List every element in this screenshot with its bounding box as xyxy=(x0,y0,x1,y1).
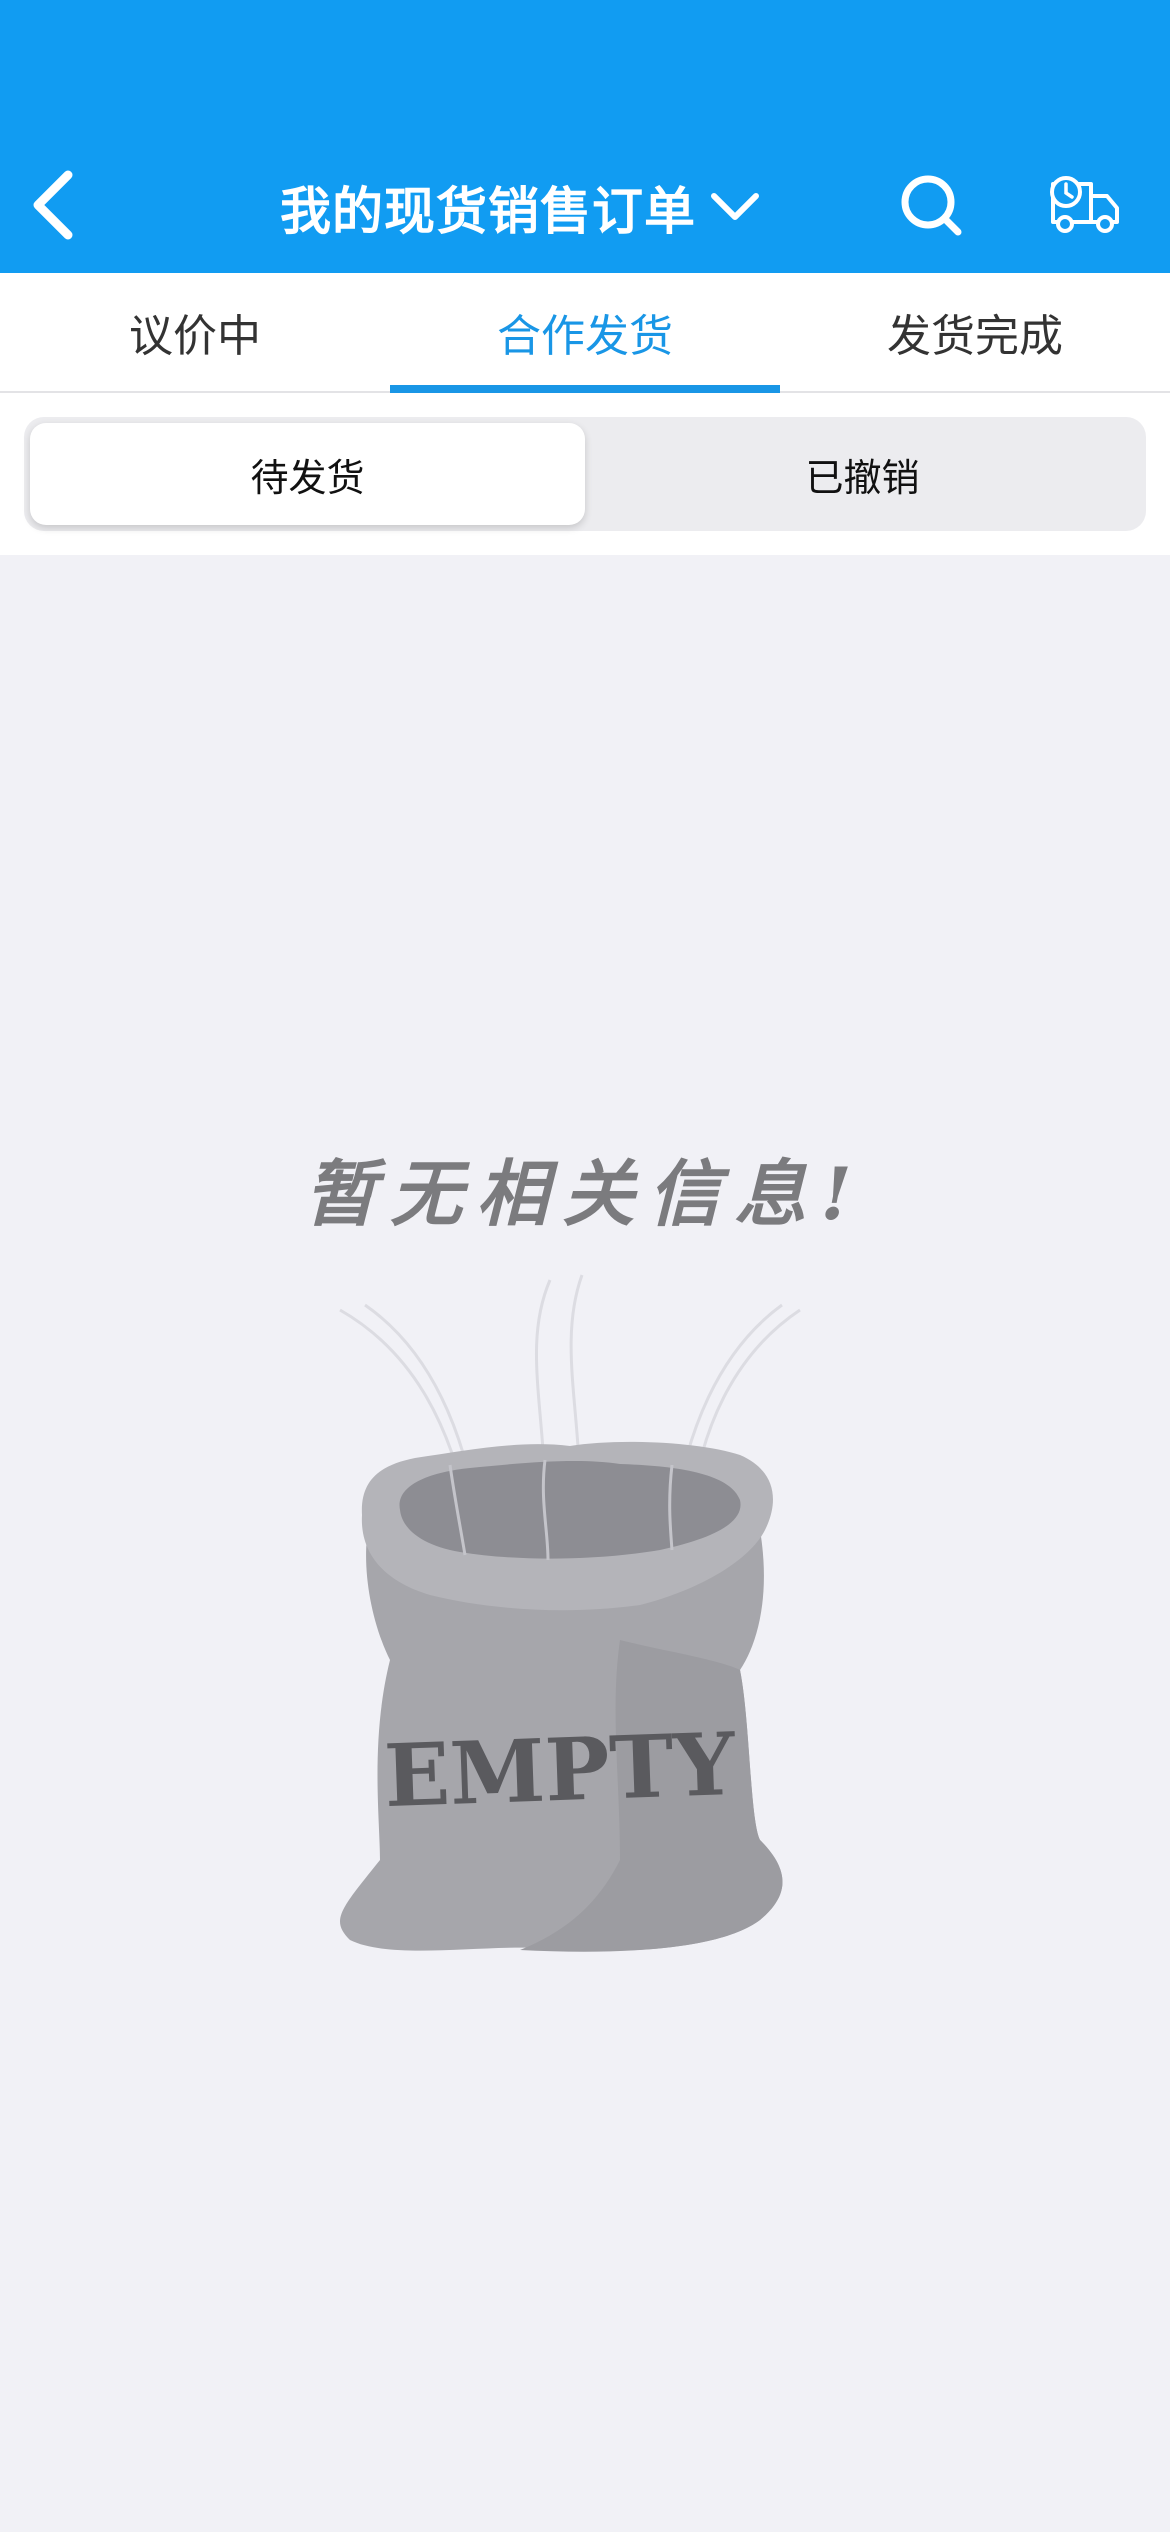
order-status-tabs: 议价中 合作发货 发货完成 xyxy=(0,273,1170,393)
shipping-status-segmented-control: 待发货 已撤销 xyxy=(24,417,1146,531)
chevron-down-icon xyxy=(710,191,760,223)
empty-sack-icon: EMPTY xyxy=(339,1274,801,1952)
delivery-schedule-button[interactable] xyxy=(1045,165,1125,245)
segment-cancelled[interactable]: 已撤销 xyxy=(585,423,1140,525)
search-icon xyxy=(901,175,962,236)
search-button[interactable] xyxy=(893,167,971,245)
segment-pending-shipment[interactable]: 待发货 xyxy=(30,423,585,525)
sack-label: EMPTY xyxy=(383,1714,739,1827)
back-button[interactable] xyxy=(18,160,88,250)
sub-filter-area: 待发货 已撤销 xyxy=(0,393,1170,555)
tab-negotiating[interactable]: 议价中 xyxy=(0,273,390,391)
empty-state-message: 暂无相关信息! xyxy=(304,1151,866,1236)
tab-cooperative-shipping[interactable]: 合作发货 xyxy=(390,273,780,393)
top-header: 我的现货销售订单 xyxy=(0,0,1170,273)
delivery-truck-clock-icon xyxy=(1050,176,1119,233)
order-type-selector[interactable]: 我的现货销售订单 xyxy=(260,168,780,246)
tab-shipping-complete[interactable]: 发货完成 xyxy=(780,273,1170,391)
chevron-left-icon xyxy=(33,170,73,240)
page-title: 我的现货销售订单 xyxy=(279,183,696,242)
